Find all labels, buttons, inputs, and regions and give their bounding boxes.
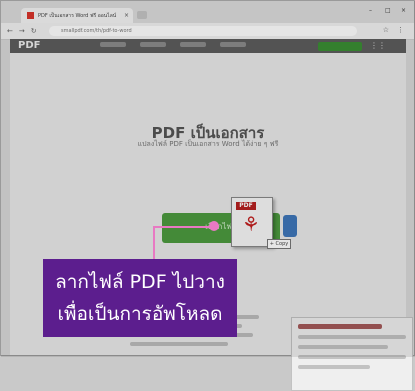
callout-line-2: เพื่อเป็นการอัพโหลด (57, 303, 223, 325)
back-icon[interactable]: ← (7, 27, 13, 35)
favicon-icon (27, 12, 34, 19)
nav-item[interactable] (140, 42, 166, 47)
page-subtitle: แปลงไฟล์ PDF เป็นเอกสาร Word ได้ง่าย ๆ ฟ… (137, 140, 279, 148)
apps-grid-icon[interactable]: ⋮⋮ (370, 41, 386, 50)
address-bar-row: ← → ↻ smallpdf.com/th/pdf-to-word ☆ ⋮ (1, 23, 414, 40)
tab-title: PDF เป็นเอกสาร Word ฟรี ออนไลน์ (38, 12, 117, 19)
forward-icon[interactable]: → (19, 27, 25, 35)
nav-item[interactable] (100, 42, 126, 47)
close-window-button[interactable]: × (401, 7, 406, 14)
pdf-badge: PDF (236, 202, 256, 210)
site-logo[interactable]: PDF (18, 40, 40, 51)
callout-line-1: ลากไฟล์ PDF ไปวาง (55, 271, 225, 293)
tab-close-icon[interactable]: × (124, 12, 129, 19)
reload-icon[interactable]: ↻ (31, 27, 37, 35)
site-navbar: PDF ⋮⋮ (10, 39, 406, 53)
callout-pointer-dot (209, 221, 219, 231)
new-tab-button[interactable] (137, 11, 147, 19)
signup-button[interactable] (318, 42, 362, 51)
url-text: smallpdf.com/th/pdf-to-word (61, 28, 132, 34)
star-icon[interactable]: ☆ (383, 26, 389, 34)
tab-bar: PDF เป็นเอกสาร Word ฟรี ออนไลน์ × – □ × (1, 1, 414, 23)
cloud-upload-icon[interactable] (283, 215, 297, 237)
browser-tab[interactable]: PDF เป็นเอกสาร Word ฟรี ออนไลน์ × (21, 8, 133, 23)
drag-copy-tag: + Copy (267, 239, 291, 249)
instruction-callout: ลากไฟล์ PDF ไปวาง เพื่อเป็นการอัพโหลด (43, 259, 237, 337)
browser-window: PDF เป็นเอกสาร Word ฟรี ออนไลน์ × – □ × … (0, 0, 415, 391)
nav-item[interactable] (180, 42, 206, 47)
menu-icon[interactable]: ⋮ (397, 26, 404, 34)
maximize-button[interactable]: □ (385, 7, 391, 14)
browser-tools: ☆ ⋮ (383, 26, 404, 34)
minimize-button[interactable]: – (369, 7, 372, 14)
nav-item[interactable] (220, 42, 246, 47)
callout-pointer-line-vertical (153, 226, 155, 260)
acrobat-icon: ⚘ (242, 212, 260, 236)
info-panel (291, 317, 413, 391)
url-input[interactable]: smallpdf.com/th/pdf-to-word (49, 26, 357, 36)
callout-pointer-line (153, 226, 217, 228)
